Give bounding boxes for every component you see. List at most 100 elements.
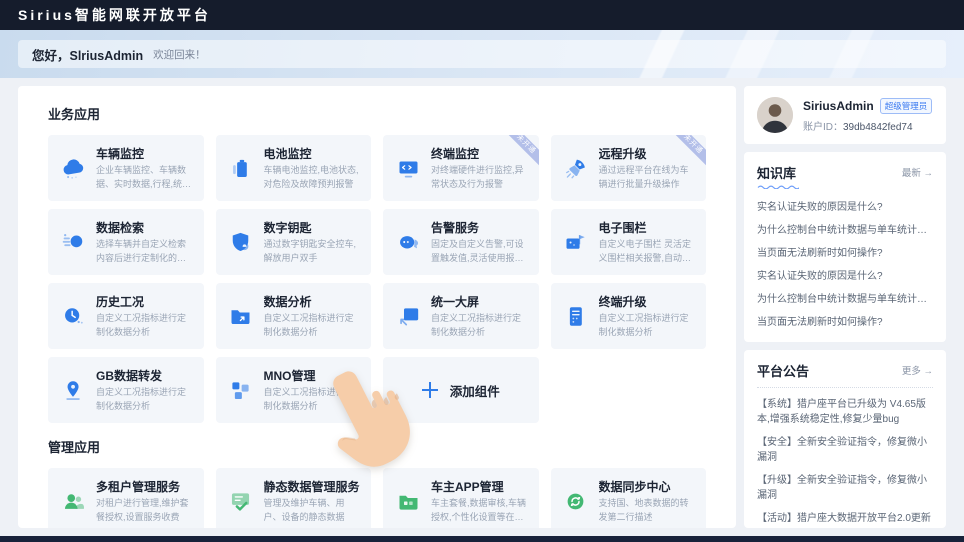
terminal-icon bbox=[393, 153, 423, 183]
profile-info: SiriusAdmin 超级管理员 账户ID：39db4842fed74 bbox=[803, 98, 932, 133]
add-component-label: 添加组件 bbox=[450, 381, 500, 400]
card-title: 静态数据管理服务 bbox=[264, 478, 362, 495]
app-card[interactable]: 终端监控 对终端硬件进行监控,异常状态及行为报警 未开通 bbox=[383, 135, 539, 201]
card-title: 数字钥匙 bbox=[264, 219, 362, 236]
app-card[interactable]: 告警服务 固定及自定义告警,可设置触发值,灵活使用报警服务 bbox=[383, 209, 539, 275]
app-card[interactable]: 历史工况 自定义工况指标进行定制化数据分析 bbox=[48, 283, 204, 349]
app-card[interactable]: 静态数据管理服务 管理及维护车辆、用户、设备的静态数据 bbox=[216, 468, 372, 528]
rocket-icon bbox=[561, 153, 591, 183]
app-card[interactable]: 车辆监控 企业车辆监控、车辆数据、实时数据,行程,统计,报警等信息 bbox=[48, 135, 204, 201]
card-grid: 多租户管理服务 对租户进行管理,维护套餐授权,设置服务收费 静态数据管理服务 管… bbox=[48, 468, 706, 528]
announcement-item[interactable]: 【安全】全新安全验证指令，修复微小漏洞 bbox=[757, 435, 933, 465]
knowledge-title: 知识库 bbox=[757, 163, 799, 189]
card-title: 终端升级 bbox=[599, 293, 697, 310]
card-desc: 自定义工况指标进行定制化数据分析 bbox=[264, 386, 362, 412]
account-id-value: 39db4842fed74 bbox=[843, 122, 913, 133]
app-card[interactable]: 数字钥匙 通过数字钥匙安全控车,解放用户双手 bbox=[216, 209, 372, 275]
card-desc: 选择车辆并自定义检索内容后进行定制化的数据检索 bbox=[96, 238, 194, 264]
cloud-vehicle-icon bbox=[58, 153, 88, 183]
announcements-more-link[interactable]: 更多 → bbox=[902, 363, 933, 377]
app-card[interactable]: 电子围栏 自定义电子围栏 灵活定义围栏相关报警,自动触发报警 bbox=[551, 209, 707, 275]
knowledge-item[interactable]: 当页面无法刷新时如何操作? bbox=[757, 244, 933, 259]
blocks-icon bbox=[226, 375, 256, 405]
card-title: 统一大屏 bbox=[431, 293, 529, 310]
add-component-card[interactable]: 添加组件 bbox=[383, 357, 539, 423]
app-card[interactable]: 终端升级 自定义工况指标进行定制化数据分析 bbox=[551, 283, 707, 349]
user-avatar bbox=[757, 97, 793, 133]
app-card[interactable]: GB数据转发 自定义工况指标进行定制化数据分析 bbox=[48, 357, 204, 423]
app-folder-icon bbox=[393, 486, 423, 516]
card-title: 历史工况 bbox=[96, 293, 194, 310]
role-badge: 超级管理员 bbox=[880, 98, 933, 114]
card-desc: 自定义电子围栏 灵活定义围栏相关报警,自动触发报警 bbox=[599, 238, 697, 264]
app-card[interactable]: MNO管理 自定义工况指标进行定制化数据分析 bbox=[216, 357, 372, 423]
app-header: Sirius智能网联开放平台 bbox=[0, 0, 964, 30]
alert-bubble-icon bbox=[393, 227, 423, 257]
app-card[interactable]: 远程升级 通过远程平台在线为车辆进行批量升级操作 未开通 bbox=[551, 135, 707, 201]
knowledge-item[interactable]: 当页面无法刷新时如何操作? bbox=[757, 313, 933, 328]
card-desc: 通过数字钥匙安全控车,解放用户双手 bbox=[264, 238, 362, 264]
shield-key-icon bbox=[226, 227, 256, 257]
card-title: 告警服务 bbox=[431, 219, 529, 236]
location-pin-icon bbox=[58, 375, 88, 405]
app-card[interactable]: 统一大屏 自定义工况指标进行定制化数据分析 bbox=[383, 283, 539, 349]
welcome-banner: 您好，SlriusAdmin 欢迎回来！ bbox=[0, 30, 964, 78]
announcements-card: 平台公告 更多 → 【系统】猎户座平台已升级为 V4.65版本,增强系统稳定性,… bbox=[744, 350, 946, 528]
content-area: 业务应用 车辆监控 企业车辆监控、车辆数据、实时数据,行程,统计,报警等信息 电… bbox=[0, 78, 964, 536]
announcement-item[interactable]: 【活动】猎户座大数据开放平台2.0更新 bbox=[757, 511, 933, 526]
app-card[interactable]: 数据分析 自定义工况指标进行定制化数据分析 bbox=[216, 283, 372, 349]
knowledge-item[interactable]: 为什么控制台中统计数据与单车统计属于会有差异? bbox=[757, 290, 933, 305]
device-icon bbox=[561, 301, 591, 331]
app-title: Sirius智能网联开放平台 bbox=[18, 5, 211, 25]
plus-icon bbox=[422, 382, 438, 398]
sync-icon bbox=[561, 486, 591, 516]
card-desc: 自定义工况指标进行定制化数据分析 bbox=[264, 312, 362, 338]
card-desc: 车主套餐,数据审核,车辆授权,个性化设置等在内的多项管理 bbox=[431, 497, 529, 523]
card-desc: 自定义工况指标进行定制化数据分析 bbox=[96, 312, 194, 338]
card-desc: 对终端硬件进行监控,异常状态及行为报警 bbox=[431, 164, 529, 190]
card-desc: 自定义工况指标进行定制化数据分析 bbox=[431, 312, 529, 338]
search-icon bbox=[58, 227, 88, 257]
profile-name: SiriusAdmin bbox=[803, 99, 874, 113]
card-desc: 车辆电池监控,电池状态,对危险及故障预判报警 bbox=[264, 164, 362, 190]
knowledge-item[interactable]: 实名认证失败的原因是什么? bbox=[757, 198, 933, 213]
greeting-welcome: 欢迎回来！ bbox=[153, 47, 206, 62]
card-title: 车主APP管理 bbox=[431, 478, 529, 495]
card-title: 数据同步中心 bbox=[599, 478, 697, 495]
announcement-item[interactable]: 【系统】猎户座平台已升级为 V4.65版本,增强系统稳定性,修复少量bug bbox=[757, 397, 933, 427]
knowledge-latest-link[interactable]: 最新 → bbox=[902, 165, 933, 179]
fence-icon bbox=[561, 227, 591, 257]
announcement-item[interactable]: 【升级】全新安全验证指令，修复微小漏洞 bbox=[757, 473, 933, 503]
battery-icon bbox=[226, 153, 256, 183]
card-title: 数据检索 bbox=[96, 219, 194, 236]
app-card[interactable]: 数据同步中心 支持国、地表数据的转发第二行描述 bbox=[551, 468, 707, 528]
card-title: MNO管理 bbox=[264, 367, 362, 384]
card-desc: 自定义工况指标进行定制化数据分析 bbox=[599, 312, 697, 338]
app-card[interactable]: 数据检索 选择车辆并自定义检索内容后进行定制化的数据检索 bbox=[48, 209, 204, 275]
card-title: 电子围栏 bbox=[599, 219, 697, 236]
card-title: 车辆监控 bbox=[96, 145, 194, 162]
page: Sirius智能网联开放平台 您好，SlriusAdmin 欢迎回来！ 业务应用… bbox=[0, 0, 964, 542]
app-section: 管理应用 多租户管理服务 对租户进行管理,维护套餐授权,设置服务收费 静态数据管… bbox=[48, 437, 706, 528]
checklist-icon bbox=[226, 486, 256, 516]
knowledge-item[interactable]: 实名认证失败的原因是什么? bbox=[757, 267, 933, 282]
folder-chart-icon bbox=[226, 301, 256, 331]
card-desc: 管理及维护车辆、用户、设备的静态数据 bbox=[264, 497, 362, 523]
card-title: GB数据转发 bbox=[96, 367, 194, 384]
card-title: 远程升级 bbox=[599, 145, 697, 162]
card-title: 多租户管理服务 bbox=[96, 478, 194, 495]
card-title: 电池监控 bbox=[264, 145, 362, 162]
card-desc: 对租户进行管理,维护套餐授权,设置服务收费 bbox=[96, 497, 194, 523]
knowledge-card: 知识库 最新 → 实名认证失败的原因是什么? 为什么控制台中统计数据与单车统计属于… bbox=[744, 152, 946, 342]
app-card[interactable]: 车主APP管理 车主套餐,数据审核,车辆授权,个性化设置等在内的多项管理 bbox=[383, 468, 539, 528]
app-card[interactable]: 电池监控 车辆电池监控,电池状态,对危险及故障预判报警 bbox=[216, 135, 372, 201]
profile-card: SiriusAdmin 超级管理员 账户ID：39db4842fed74 bbox=[744, 86, 946, 144]
apps-panel: 业务应用 车辆监控 企业车辆监控、车辆数据、实时数据,行程,统计,报警等信息 电… bbox=[18, 86, 736, 528]
app-card[interactable]: 多租户管理服务 对租户进行管理,维护套餐授权,设置服务收费 bbox=[48, 468, 204, 528]
card-title: 数据分析 bbox=[264, 293, 362, 310]
right-sidebar: SiriusAdmin 超级管理员 账户ID：39db4842fed74 知识库… bbox=[744, 86, 946, 528]
greeting-username: 您好，SlriusAdmin bbox=[32, 45, 143, 64]
bottom-bar bbox=[0, 536, 964, 542]
knowledge-item[interactable]: 为什么控制台中统计数据与单车统计属于会有差异? bbox=[757, 221, 933, 236]
account-id-row: 账户ID：39db4842fed74 bbox=[803, 118, 932, 133]
